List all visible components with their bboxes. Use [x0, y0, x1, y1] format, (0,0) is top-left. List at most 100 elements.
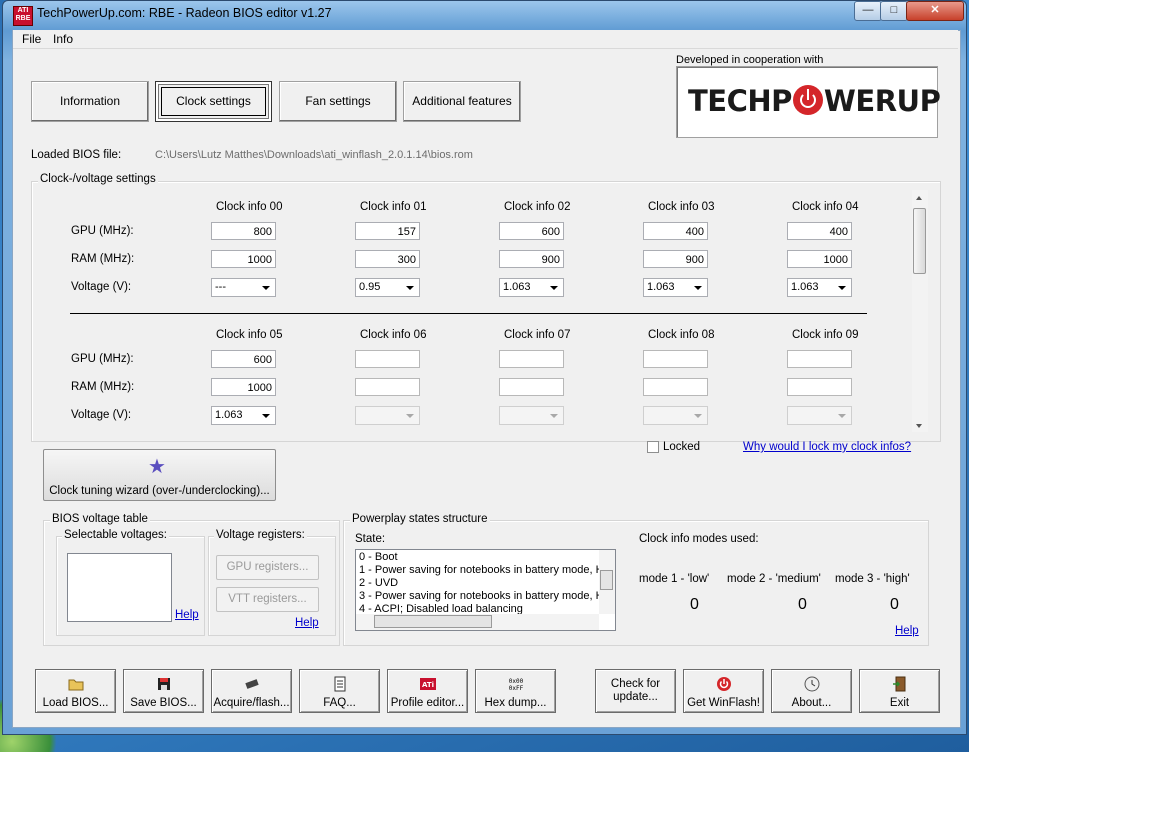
clock-info-00-gpu-input[interactable]: 800 [211, 222, 276, 240]
maximize-button[interactable]: □ [880, 1, 908, 21]
save-bios-button[interactable]: Save BIOS... [123, 669, 204, 713]
clock-info-00-voltage-select[interactable]: --- [211, 278, 276, 297]
scroll-thumb[interactable] [913, 208, 926, 274]
clock-info-09-ram-input[interactable] [787, 378, 852, 396]
window-title: TechPowerUp.com: RBE - Radeon BIOS edito… [37, 6, 332, 20]
clock-info-02-voltage-select[interactable]: 1.063 [499, 278, 564, 297]
hex-icon: 0x00 0xFF [508, 676, 524, 692]
state-list-hscroll-thumb[interactable] [374, 615, 492, 628]
exit-button[interactable]: Exit [859, 669, 940, 713]
state-list-item[interactable]: 0 - Boot [359, 551, 599, 564]
locked-checkbox[interactable] [647, 441, 659, 453]
state-list-item[interactable]: 3 - Power saving for notebooks in batter… [359, 590, 599, 603]
scroll-up-arrow-icon[interactable] [916, 196, 922, 200]
clock-info-05-ram-input[interactable]: 1000 [211, 378, 276, 396]
hex-dump-label: Hex dump... [484, 697, 547, 709]
wizard-button-label: Clock tuning wizard (over-/underclocking… [49, 485, 270, 497]
lock-info-link[interactable]: Why would I lock my clock infos? [743, 441, 911, 453]
state-list-hscroll[interactable] [356, 614, 599, 630]
clock-info-08-ram-input[interactable] [643, 378, 708, 396]
clock-info-01-gpu-input[interactable]: 157 [355, 222, 420, 240]
clock-info-09-voltage-select[interactable] [787, 406, 852, 425]
clock-icon [804, 676, 820, 692]
menu-bar [13, 30, 958, 49]
selectable-voltages-list[interactable] [67, 553, 172, 622]
minimize-button[interactable]: — [854, 1, 882, 21]
about-label: About... [791, 697, 832, 709]
powerplay-title: Powerplay states structure [350, 513, 490, 525]
faq-button[interactable]: FAQ... [299, 669, 380, 713]
state-label: State: [355, 533, 386, 545]
profile-editor-button[interactable]: ATi Profile editor... [387, 669, 468, 713]
scroll-down-arrow-icon[interactable] [916, 424, 922, 428]
state-list-vscroll-thumb[interactable] [600, 570, 613, 590]
clock-info-09-gpu-input[interactable] [787, 350, 852, 368]
clock-info-03-ram-input[interactable]: 900 [643, 250, 708, 268]
ram-row-label: RAM (MHz): [71, 253, 135, 265]
clock-info-05-voltage-select[interactable]: 1.063 [211, 406, 276, 425]
clock-info-06-header: Clock info 06 [360, 329, 427, 341]
gpu-registers-button[interactable]: GPU registers... [216, 555, 319, 580]
app-icon: ATI RBE [13, 6, 33, 26]
clock-info-03-gpu-input[interactable]: 400 [643, 222, 708, 240]
powerplay-help-link[interactable]: Help [895, 625, 919, 637]
close-button[interactable]: ✕ [906, 1, 964, 21]
clock-info-06-gpu-input[interactable] [355, 350, 420, 368]
registers-help-link[interactable]: Help [295, 617, 319, 629]
get-winflash-button[interactable]: Get WinFlash! [683, 669, 764, 713]
menu-info[interactable]: Info [53, 32, 73, 46]
clock-info-08-header: Clock info 08 [648, 329, 715, 341]
clock-info-08-voltage-select[interactable] [643, 406, 708, 425]
clock-info-06-voltage-select[interactable] [355, 406, 420, 425]
mode-2-value: 0 [798, 596, 807, 613]
clock-info-02-ram-input[interactable]: 900 [499, 250, 564, 268]
clock-info-04-ram-input[interactable]: 1000 [787, 250, 852, 268]
hex-dump-button[interactable]: 0x00 0xFF Hex dump... [475, 669, 556, 713]
clock-info-07-voltage-select[interactable] [499, 406, 564, 425]
clock-info-05-gpu-input[interactable]: 600 [211, 350, 276, 368]
logo-wordmark: TECHP WERUP [688, 84, 941, 118]
check-for-update-button[interactable]: Check for update... [595, 669, 676, 713]
clock-info-07-ram-input[interactable] [499, 378, 564, 396]
menu-file[interactable]: File [22, 32, 41, 46]
ram-row-label-2: RAM (MHz): [71, 381, 135, 393]
chevron-down-icon [550, 414, 558, 418]
bios-file-path: C:\Users\Lutz Matthes\Downloads\ati_winf… [155, 149, 473, 161]
clock-info-03-voltage-select[interactable]: 1.063 [643, 278, 708, 297]
clock-info-01-ram-input[interactable]: 300 [355, 250, 420, 268]
load-bios-label: Load BIOS... [42, 697, 109, 709]
tab-fan-settings[interactable]: Fan settings [279, 81, 397, 122]
voltages-help-link[interactable]: Help [175, 609, 199, 621]
about-button[interactable]: About... [771, 669, 852, 713]
clock-info-01-voltage-select[interactable]: 0.95 [355, 278, 420, 297]
chevron-down-icon [550, 286, 558, 290]
vtt-registers-button[interactable]: VTT registers... [216, 587, 319, 612]
clock-info-04-voltage-select[interactable]: 1.063 [787, 278, 852, 297]
tab-additional-features[interactable]: Additional features [403, 81, 521, 122]
load-bios-button[interactable]: Load BIOS... [35, 669, 116, 713]
chevron-down-icon [406, 286, 414, 290]
state-list-vscroll[interactable] [599, 550, 615, 614]
state-list-item[interactable]: 1 - Power saving for notebooks in batter… [359, 564, 599, 577]
tab-clock-settings[interactable]: Clock settings [155, 81, 272, 122]
state-list-items: 0 - Boot 1 - Power saving for notebooks i… [359, 551, 599, 616]
clock-info-06-ram-input[interactable] [355, 378, 420, 396]
clock-info-07-gpu-input[interactable] [499, 350, 564, 368]
state-list-item[interactable]: 2 - UVD [359, 577, 599, 590]
state-list[interactable]: 0 - Boot 1 - Power saving for notebooks i… [355, 549, 616, 631]
acquire-flash-label: Acquire/flash... [213, 697, 290, 709]
clock-info-08-gpu-input[interactable] [643, 350, 708, 368]
tab-information[interactable]: Information [31, 81, 149, 122]
voltage-registers-label: Voltage registers: [214, 529, 307, 541]
acquire-flash-button[interactable]: Acquire/flash... [211, 669, 292, 713]
clock-tuning-wizard-button[interactable]: ★ Clock tuning wizard (over-/underclocki… [43, 449, 276, 501]
chevron-down-icon [838, 414, 846, 418]
tab-additional-features-label: Additional features [412, 94, 512, 108]
clock-info-00-ram-input[interactable]: 1000 [211, 250, 276, 268]
clock-info-04-gpu-input[interactable]: 400 [787, 222, 852, 240]
clock-info-02-gpu-input[interactable]: 600 [499, 222, 564, 240]
clock-info-03-header: Clock info 03 [648, 201, 715, 213]
clock-info-05-header: Clock info 05 [216, 329, 283, 341]
svg-text:ATi: ATi [421, 681, 433, 689]
mode-2-label: mode 2 - 'medium' [727, 573, 821, 585]
